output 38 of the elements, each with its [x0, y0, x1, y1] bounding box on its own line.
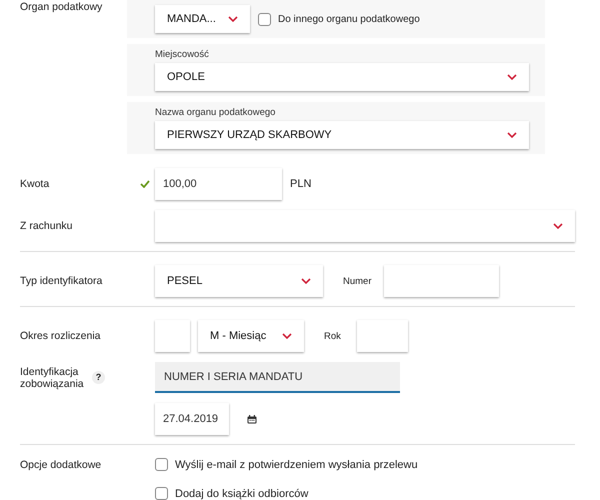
field-label: Organ podatkowy: [20, 1, 102, 13]
period-unit-dropdown[interactable]: M - Miesiąc: [198, 320, 304, 352]
identifier-type-dropdown[interactable]: PESEL: [155, 265, 323, 297]
currency-label: PLN: [290, 178, 312, 190]
help-button[interactable]: ?: [92, 371, 105, 384]
caret-icon: [228, 16, 238, 22]
period-number-field[interactable]: [155, 320, 190, 352]
checkbox[interactable]: [155, 487, 168, 500]
caret-icon: [282, 333, 292, 339]
amount-field[interactable]: 100,00: [155, 168, 282, 200]
field-label: Nazwa organu podatkowego: [155, 107, 276, 118]
field-label: Rok: [324, 330, 341, 342]
field-label: Miejscowość: [155, 49, 210, 60]
caret-icon: [553, 223, 563, 229]
form-type-dropdown[interactable]: MANDA...: [155, 5, 250, 33]
number-field[interactable]: [384, 265, 499, 297]
caret-icon: [507, 74, 517, 80]
city-dropdown[interactable]: OPOLE: [155, 63, 529, 91]
field-label: Numer: [343, 276, 372, 286]
checkbox[interactable]: [258, 12, 271, 26]
account-dropdown[interactable]: [155, 210, 575, 242]
tax-office-dropdown[interactable]: PIERWSZY URZĄD SKARBOWY: [155, 121, 529, 149]
field-label: Identyfikacja zobowiązania: [20, 366, 85, 390]
caret-icon: [507, 132, 517, 138]
field-label: Typ identyfikatora: [20, 275, 102, 287]
date-field[interactable]: 27.04.2019: [155, 403, 229, 435]
obligation-field[interactable]: NUMER I SERIA MANDATU: [155, 362, 400, 393]
calendar-icon: [247, 414, 257, 424]
caret-icon: [301, 278, 311, 284]
field-label: Okres rozliczenia: [20, 330, 101, 342]
field-label: Z rachunku: [20, 220, 73, 232]
checkbox-label: Dodaj do książki odbiorców: [175, 488, 308, 500]
field-label: Opcje dodatkowe: [20, 459, 102, 471]
checkbox-label: Do innego organu podatkowego: [278, 14, 420, 24]
year-field[interactable]: [356, 320, 408, 352]
checkbox[interactable]: [155, 458, 168, 471]
checkbox-label: Wyślij e-mail z potwierdzeniem wysłania przelewu: [175, 458, 418, 470]
field-label: Kwota: [20, 178, 50, 190]
